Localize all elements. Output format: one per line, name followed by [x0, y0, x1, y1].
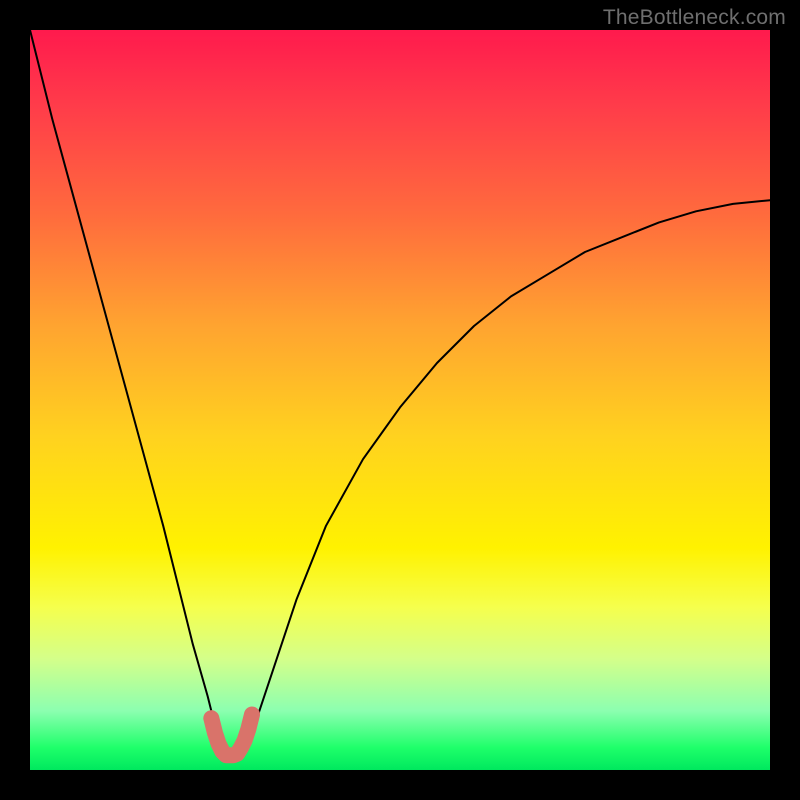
chart-stage: TheBottleneck.com — [0, 0, 800, 800]
highlight-curve — [211, 715, 252, 756]
plot-area — [30, 30, 770, 770]
curve-canvas — [30, 30, 770, 770]
watermark-text: TheBottleneck.com — [603, 6, 786, 30]
main-curve — [30, 30, 770, 755]
